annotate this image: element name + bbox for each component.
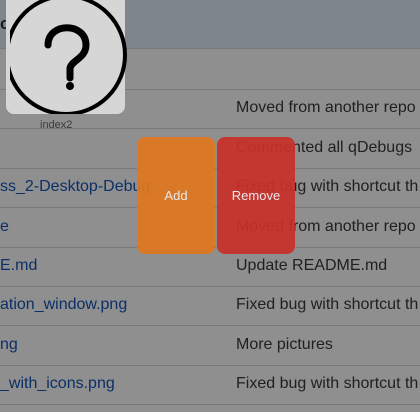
dragged-thumbnail[interactable] [6,0,127,114]
commit-message[interactable]: Fixed bug with shortcut th [236,296,418,314]
remove-button[interactable]: Remove [217,137,295,254]
commit-message[interactable]: Fixed bug with shortcut th [236,375,418,393]
file-name[interactable]: e [0,218,9,236]
commit-message[interactable]: Update README.md [236,257,387,275]
commit-message[interactable]: More pictures [236,336,333,354]
file-row[interactable]: _with_icons.png Fixed bug with shortcut … [0,365,420,405]
commit-message[interactable]: Moved from another repo [236,99,416,117]
file-row[interactable]: ng More pictures [0,326,420,366]
file-name[interactable]: _with_icons.png [0,375,115,393]
file-name[interactable]: ation_window.png [0,296,127,314]
question-mark-icon [10,0,127,114]
add-button[interactable]: Add [137,137,215,254]
file-row[interactable]: ation_window.png Fixed bug with shortcut… [0,286,420,326]
file-name[interactable]: E.md [0,257,37,275]
file-name[interactable]: ss_2-Desktop-Debug [0,178,150,196]
thumbnail-label: index2 [40,119,73,131]
file-name[interactable]: ng [0,336,18,354]
